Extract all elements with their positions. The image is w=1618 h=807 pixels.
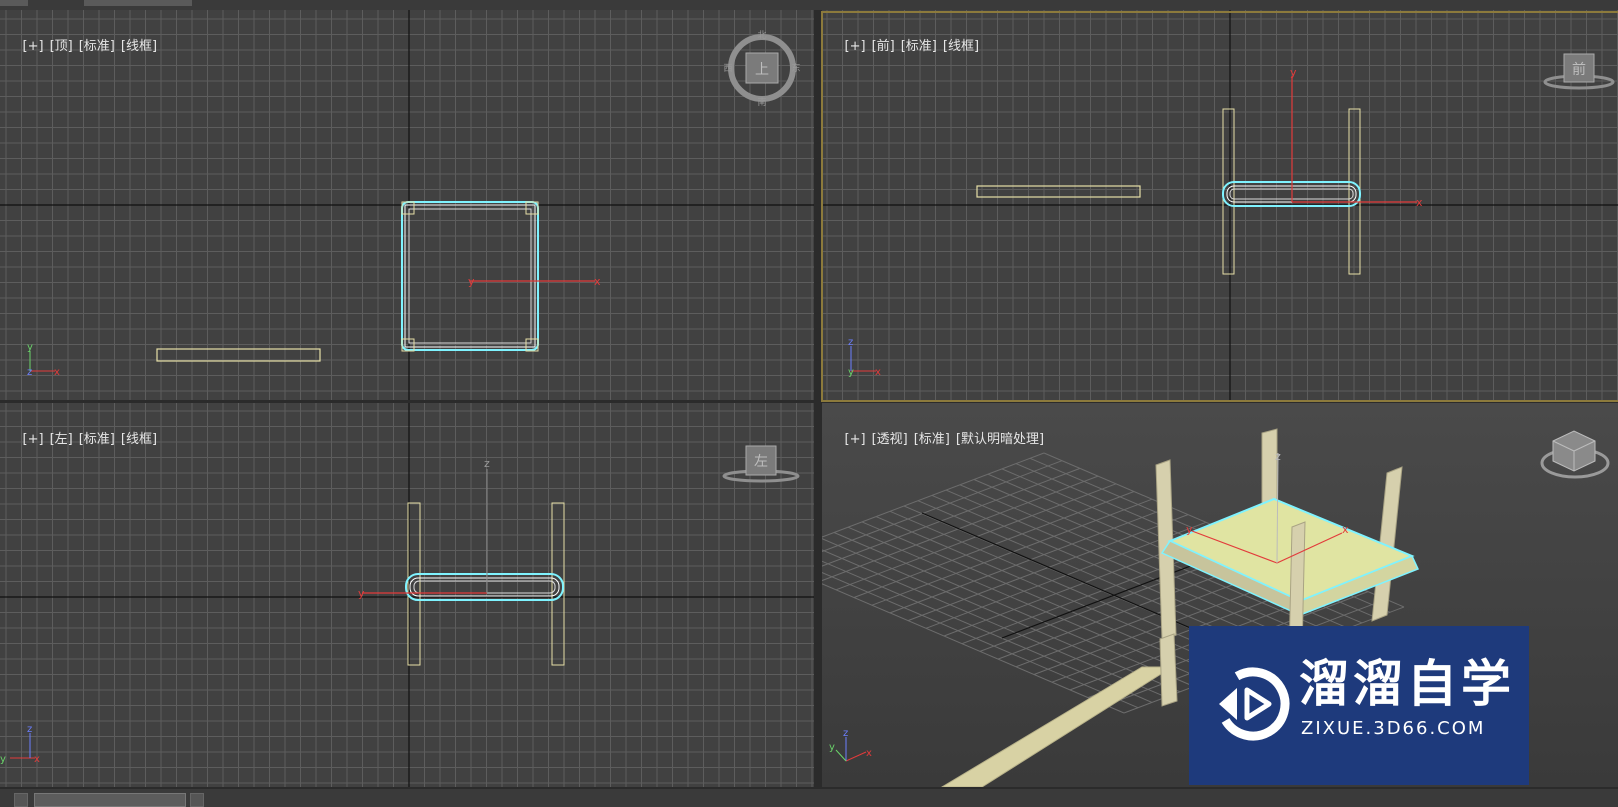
gizmo-z-label: z	[484, 457, 490, 470]
viewport-label: [+] [左] [标准] [线框]	[6, 413, 163, 462]
viewcube[interactable]: 左	[722, 445, 800, 483]
compass-north: 北	[757, 30, 766, 41]
viewport-plus-menu[interactable]: [+]	[23, 39, 44, 54]
viewport-plus-menu[interactable]: [+]	[845, 432, 866, 447]
time-slider-bar	[0, 789, 1618, 807]
play-logo-icon	[1216, 667, 1290, 741]
watermark-url: ZIXUE.3D66.COM	[1301, 718, 1486, 739]
tripod-y-label: y	[0, 754, 6, 765]
viewport-top[interactable]: [+] [顶] [标准] [线框] x y x y z 上 北 南 东 西	[0, 10, 814, 400]
tripod-x-label: x	[875, 367, 881, 378]
viewport-label: [+] [透视] [标准] [默认明暗处理]	[828, 413, 1050, 462]
viewport-plus-menu[interactable]: [+]	[23, 432, 44, 447]
compass-south: 南	[757, 96, 766, 108]
viewport-mode-menu[interactable]: [标准]	[901, 39, 937, 54]
leg	[1159, 633, 1178, 707]
tripod-z-label: z	[27, 367, 32, 378]
viewport-shading-menu[interactable]: [线框]	[943, 39, 979, 54]
tripod-x-label: x	[866, 748, 872, 759]
gizmo-x-label: x	[1342, 523, 1349, 536]
compass-east: 东	[791, 62, 800, 74]
viewport-mode-menu[interactable]: [标准]	[79, 39, 115, 54]
viewport-view-menu[interactable]: [前]	[872, 39, 895, 54]
watermark-title: 溜溜自学	[1299, 655, 1515, 713]
viewcube-face-label: 左	[754, 454, 768, 470]
plank-object	[976, 185, 1141, 198]
next-frame-button[interactable]	[190, 793, 204, 807]
viewport-view-menu[interactable]: [透视]	[872, 432, 908, 447]
compass-west: 西	[723, 63, 732, 74]
viewport-plus-menu[interactable]: [+]	[845, 39, 866, 54]
tripod-y-label: y	[848, 367, 854, 378]
gizmo-y-label: y	[358, 587, 365, 600]
tripod-z-label: z	[27, 724, 32, 735]
gizmo-x-label: x	[1416, 196, 1423, 209]
gizmo-y-label: y	[1290, 66, 1297, 79]
tripod-z-label: z	[848, 337, 853, 348]
viewport-view-menu[interactable]: [左]	[50, 432, 73, 447]
viewport-front[interactable]: [+] [前] [标准] [线框] x y x z y 前	[822, 10, 1618, 400]
top-toolbar-strip	[0, 0, 1618, 10]
gizmo-z-label: z	[1275, 450, 1281, 463]
leg	[1222, 108, 1235, 275]
viewport-label: [+] [前] [标准] [线框]	[828, 20, 985, 69]
tripod-x-label: x	[54, 367, 60, 378]
gizmo-x-label: x	[594, 275, 601, 288]
tripod-x-label: x	[34, 754, 40, 765]
time-slider[interactable]	[34, 793, 186, 807]
viewport-mode-menu[interactable]: [标准]	[79, 432, 115, 447]
tripod-y-label: y	[829, 742, 835, 753]
toolbar-tab[interactable]	[0, 0, 28, 6]
viewport-shading-menu[interactable]: [默认明暗处理]	[956, 432, 1044, 447]
viewport-left[interactable]: [+] [左] [标准] [线框] y z y z x 左	[0, 403, 814, 787]
toolbar-tab[interactable]	[84, 0, 192, 6]
viewport-view-menu[interactable]: [顶]	[50, 39, 73, 54]
viewcube-face-label: 前	[1572, 61, 1586, 78]
prev-frame-button[interactable]	[14, 793, 28, 807]
viewport-label: [+] [顶] [标准] [线框]	[6, 20, 163, 69]
viewport-shading-menu[interactable]: [线框]	[121, 39, 157, 54]
viewport-mode-menu[interactable]: [标准]	[914, 432, 950, 447]
tripod-y-label: y	[27, 342, 33, 353]
viewcube-face-label: 上	[755, 62, 769, 78]
tripod-z-label: z	[843, 728, 848, 739]
watermark-logo: 溜溜自学 ZIXUE.3D66.COM	[1189, 626, 1529, 785]
viewport-shading-menu[interactable]: [线框]	[121, 432, 157, 447]
gizmo-y-label: y	[1186, 523, 1193, 536]
gizmo-y-label: y	[468, 275, 475, 288]
